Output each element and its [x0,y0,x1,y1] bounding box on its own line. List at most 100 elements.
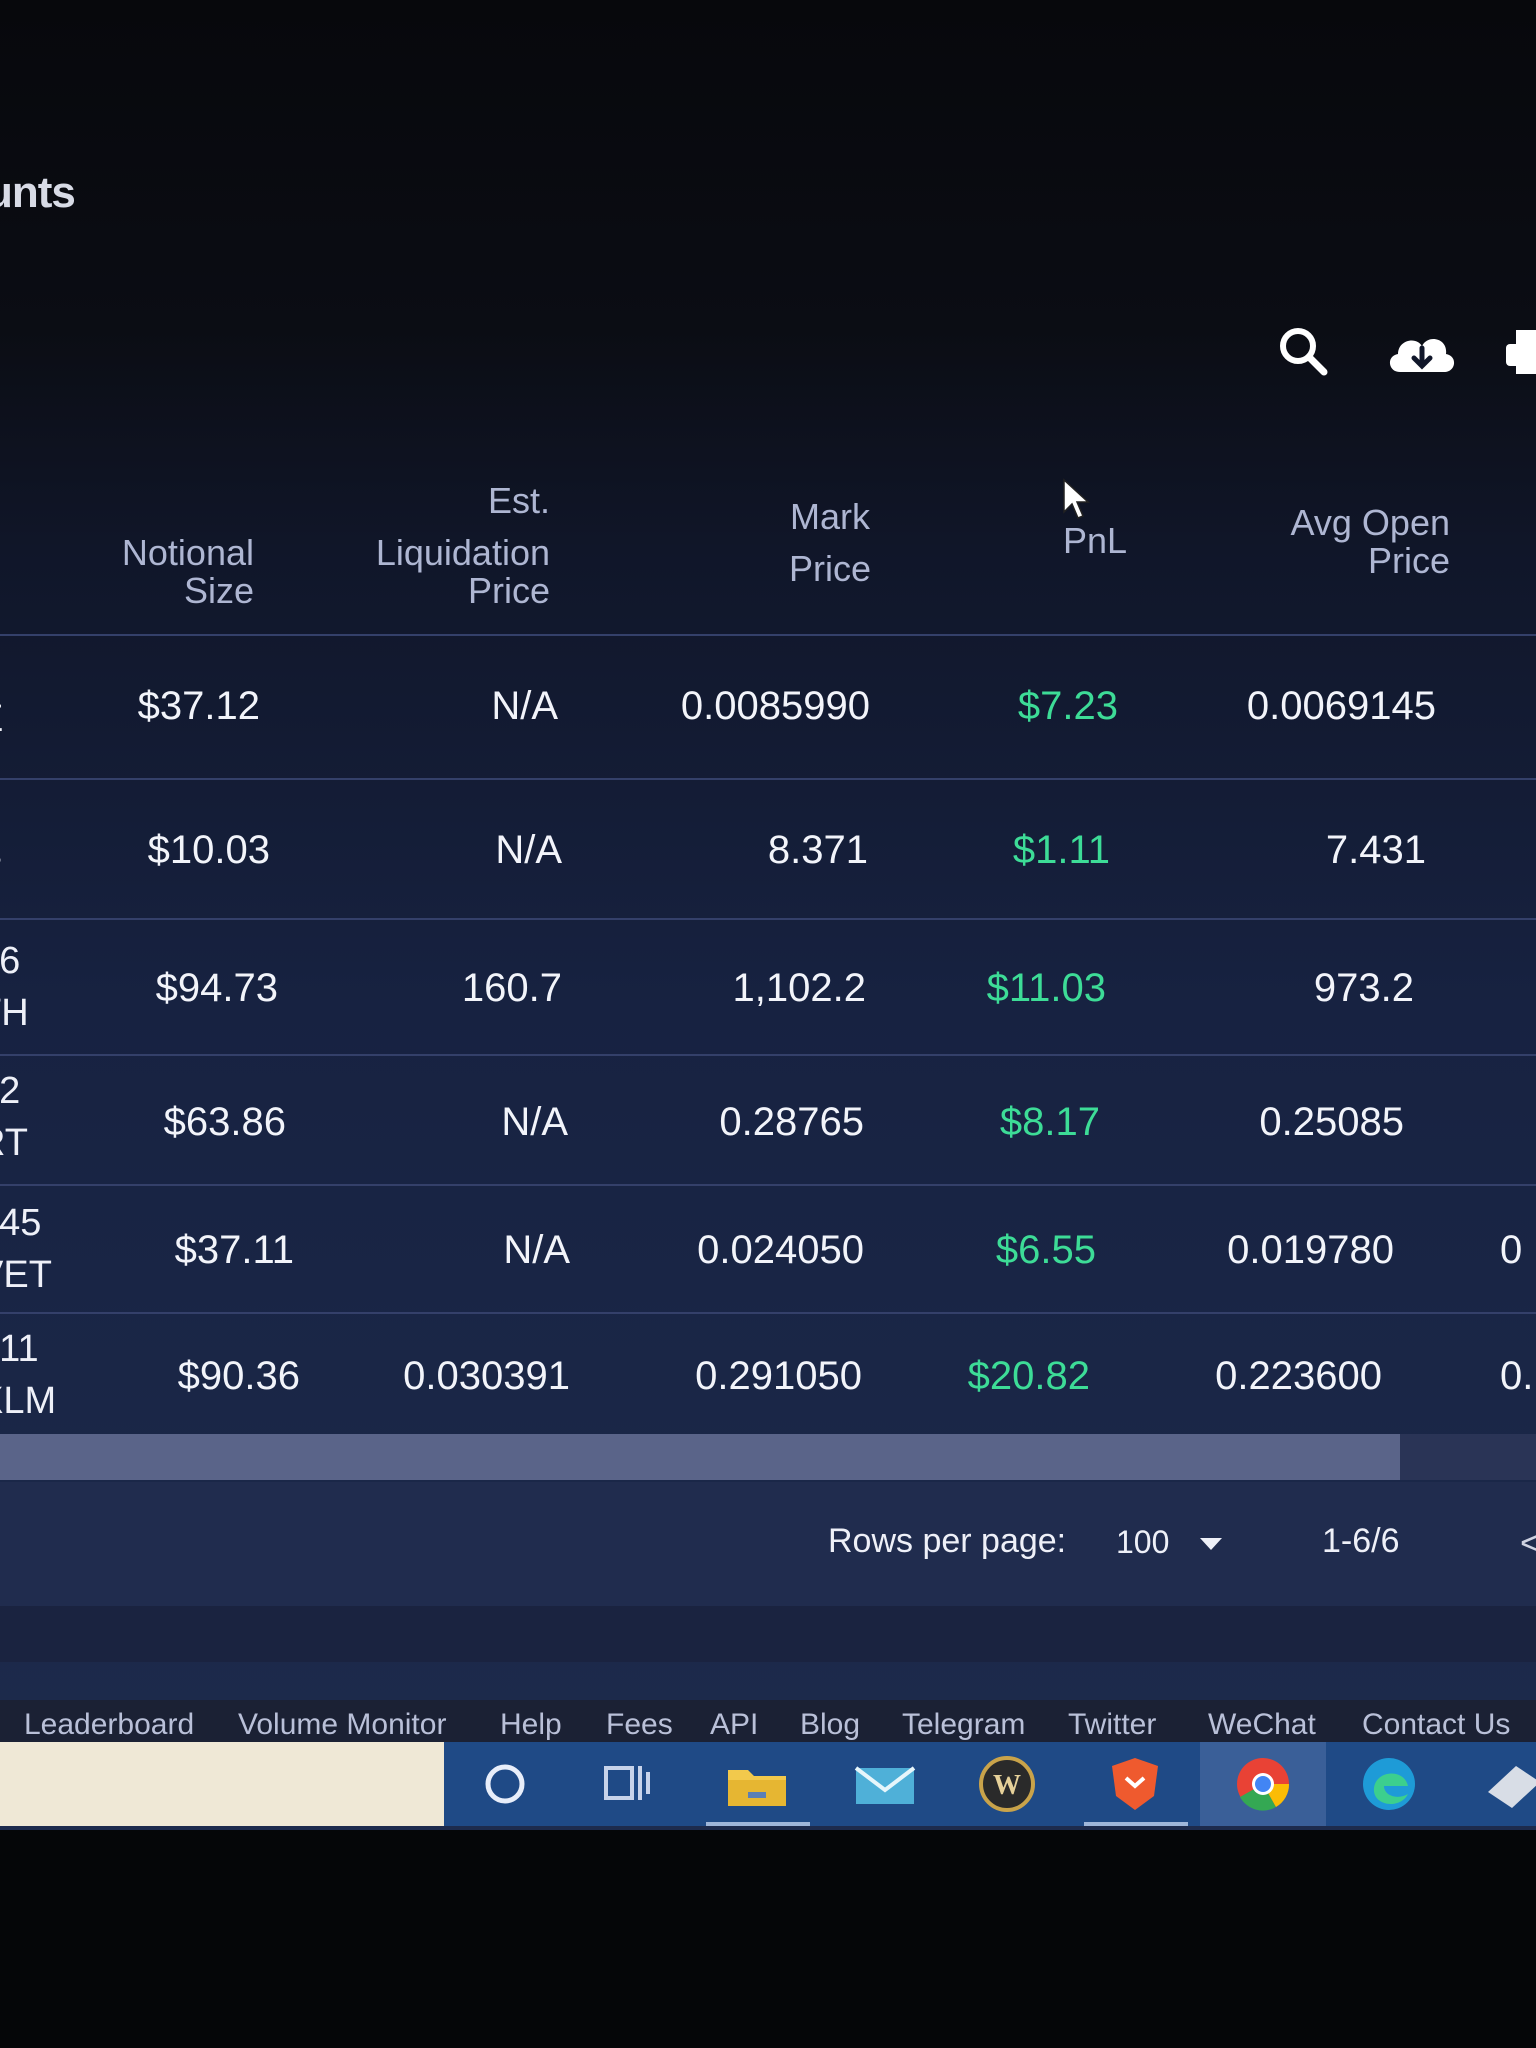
taskbar-search-box[interactable] [0,1742,444,1826]
taskbar: W [0,1742,1536,1826]
app-icon[interactable] [1478,1752,1536,1816]
est-liquidation-price: 160.7 [461,966,562,1010]
print-icon[interactable] [1506,320,1536,384]
page-title: unts [0,168,76,217]
notional-size: $10.03 [147,828,270,872]
header-line: Price [788,548,872,589]
column-header-mark-price[interactable]: Mark Price [760,498,900,588]
est-liquidation-price: N/A [501,1100,568,1144]
edge-icon[interactable] [1354,1752,1424,1816]
mark-price: 0.0085990 [680,684,870,728]
footer-spacer [0,1606,1536,1662]
horizontal-scrollbar[interactable] [0,1434,1536,1480]
notional-size: $37.11 [174,1228,294,1272]
header-line: Size [183,570,254,611]
footer-link-contact-us[interactable]: Contact Us [1362,1708,1510,1742]
chrome-icon[interactable] [1228,1752,1298,1816]
file-explorer-icon[interactable] [722,1752,792,1816]
scrollbar-thumb[interactable] [0,1434,1400,1480]
est-liquidation-price: 0.030391 [403,1354,570,1398]
symbol: E [0,698,3,741]
mark-price: 0.28765 [719,1100,864,1144]
pnl-value: $11.03 [986,966,1106,1010]
position-size: 36 [0,940,21,982]
notional-size: $90.36 [177,1354,300,1398]
rows-per-page-select[interactable]: 100 [1116,1524,1169,1561]
header-line: Price [467,570,550,611]
notional-size: $63.86 [163,1100,286,1144]
table-row[interactable]: 311 XLM $90.36 0.030391 0.291050 $20.82 … [0,1314,1536,1446]
column-header-est-liquidation-price[interactable]: Est. Liquidation Price [360,482,550,610]
notional-size: $37.12 [137,684,260,728]
footer-link-telegram[interactable]: Telegram [902,1708,1025,1742]
previous-page-button[interactable]: < [1520,1522,1536,1564]
footer-link-blog[interactable]: Blog [800,1708,860,1742]
footer-link-fees[interactable]: Fees [606,1708,673,1742]
pnl-value: $7.23 [1017,684,1118,728]
table-row[interactable]: 36 TH $94.73 160.7 1,102.2 $11.03 973.2 [0,920,1536,1052]
truncated-column: 0. [1500,1354,1534,1398]
symbol: VET [0,1254,52,1296]
task-view-icon[interactable] [592,1752,662,1816]
est-liquidation-price: N/A [491,684,558,728]
taskbar-running-indicator [1084,1822,1188,1826]
avg-open-price: 0.223600 [1215,1354,1382,1398]
header-line: Notional [121,532,254,573]
pnl-value: $20.82 [967,1354,1090,1398]
avg-open-price: 973.2 [1313,966,1414,1010]
avg-open-price: 7.431 [1325,828,1426,872]
column-header-pnl[interactable]: PnL [1040,522,1150,560]
brave-icon[interactable] [1100,1752,1170,1816]
cloud-download-icon[interactable] [1382,320,1462,384]
mark-price: 1,102.2 [732,966,866,1010]
position-size: 22 [0,1070,21,1112]
pagination-bar: Rows per page: 100 1-6/6 < [0,1482,1536,1606]
chevron-down-icon[interactable] [1198,1536,1224,1552]
pnl-value: $6.55 [995,1228,1096,1272]
mail-icon[interactable] [850,1752,920,1816]
symbol: T [0,852,1,895]
header-line: Avg Open [1290,502,1450,543]
page-range: 1-6/6 [1322,1522,1400,1560]
footer-link-twitter[interactable]: Twitter [1068,1708,1156,1742]
svg-text:W: W [993,1770,1021,1801]
table-row[interactable]: 22 RT $63.86 N/A 0.28765 $8.17 0.25085 [0,1056,1536,1188]
header-line: Mark [790,496,870,537]
footer-link-leaderboard[interactable]: Leaderboard [24,1708,194,1742]
mark-price: 0.024050 [697,1228,864,1272]
header-line: PnL [1062,520,1128,561]
mouse-cursor-icon [1063,478,1090,519]
table-row[interactable]: 2 E $37.12 N/A 0.0085990 $7.23 0.0069145 [0,636,1536,768]
est-liquidation-price: N/A [495,828,562,872]
app-screen: unts Notional Size Est. Liquidation Pric… [0,0,1536,1830]
footer-link-help[interactable]: Help [500,1708,562,1742]
table-row[interactable]: 2 T $10.03 N/A 8.371 $1.11 7.431 [0,780,1536,912]
symbol: RT [0,1122,28,1164]
search-icon[interactable] [1272,320,1336,384]
header-line: Liquidation [375,532,550,573]
notional-size: $94.73 [155,966,278,1010]
truncated-column: 0 [1500,1228,1523,1272]
symbol: XLM [0,1380,57,1422]
footer-link-wechat[interactable]: WeChat [1208,1708,1316,1742]
rows-per-page-label: Rows per page: [828,1522,1067,1560]
wow-icon[interactable]: W [972,1752,1042,1816]
footer-link-api[interactable]: API [710,1708,758,1742]
column-header-notional-size[interactable]: Notional Size [108,534,254,610]
mark-price: 0.291050 [695,1354,862,1398]
est-liquidation-price: N/A [503,1228,570,1272]
mark-price: 8.371 [767,828,868,872]
avg-open-price: 0.0069145 [1246,684,1436,728]
header-line: Est. [487,480,550,521]
cortana-icon[interactable] [470,1752,540,1816]
avg-open-price: 0.25085 [1259,1100,1404,1144]
symbol: TH [0,992,29,1034]
avg-open-price: 0.019780 [1227,1228,1394,1272]
taskbar-running-indicator [706,1822,810,1826]
position-size: 311 [0,1328,39,1370]
table-row[interactable]: 545 VET $37.11 N/A 0.024050 $6.55 0.0197… [0,1186,1536,1318]
pnl-value: $1.11 [1012,828,1110,872]
column-header-avg-open-price[interactable]: Avg Open Price [1250,504,1450,580]
footer-link-volume-monitor[interactable]: Volume Monitor [238,1708,446,1742]
position-size: 545 [0,1202,42,1244]
